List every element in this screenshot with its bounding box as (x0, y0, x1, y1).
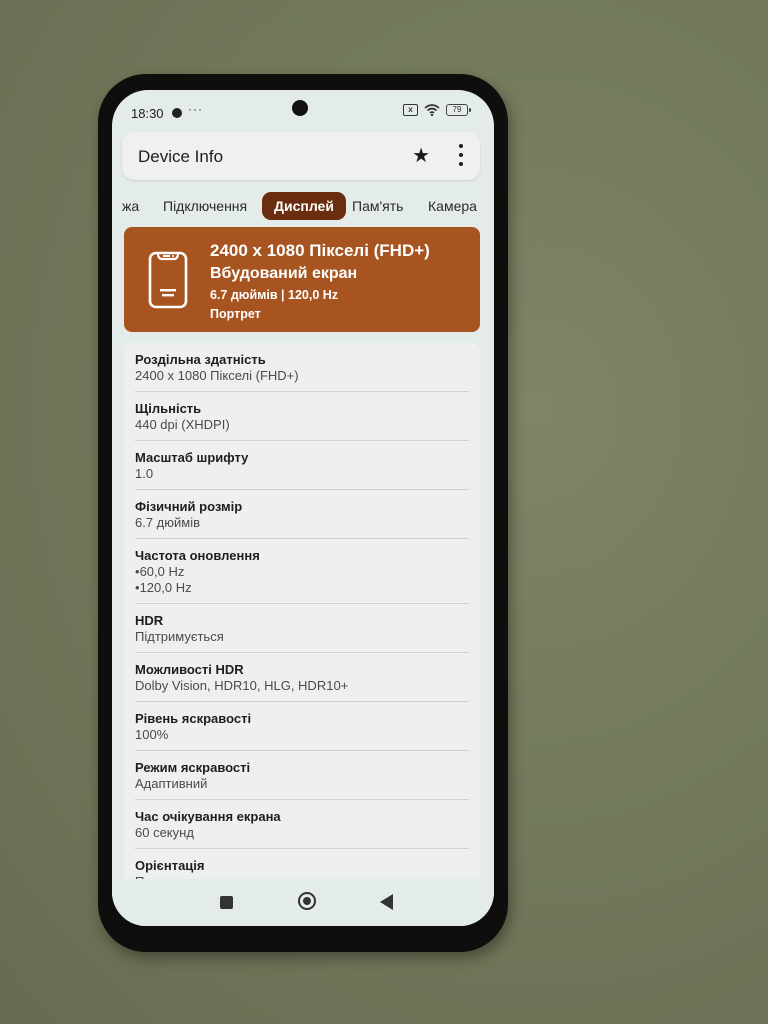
app-title: Device Info (138, 147, 224, 166)
tab-memory[interactable]: Пам'ять (352, 192, 403, 220)
detail-value: 440 dpi (XHDPI) (135, 417, 230, 432)
detail-row: Частота оновлення 60,0 Hz 120,0 Hz (135, 539, 469, 604)
display-details-list: Роздільна здатність 2400 x 1080 Пікселі … (124, 343, 480, 926)
detail-value: 100% (135, 727, 169, 742)
detail-value: 120,0 Hz (135, 580, 469, 596)
no-sim-icon: x (403, 104, 418, 116)
detail-label: Щільність (135, 401, 202, 416)
hero-display-type: Вбудований екран (210, 265, 358, 282)
app-bar: Device Info ★ (122, 132, 480, 180)
status-icons: x 79 (403, 104, 471, 116)
battery-icon: 79 (446, 104, 471, 116)
detail-label: Можливості HDR (135, 662, 244, 677)
smartphone-icon (148, 251, 188, 309)
detail-row: Роздільна здатність 2400 x 1080 Пікселі … (135, 343, 469, 392)
back-icon[interactable] (380, 894, 393, 910)
detail-label: Режим яскравості (135, 760, 251, 775)
display-summary-card: 2400 x 1080 Пікселі (FHD+) Вбудований ек… (124, 227, 480, 332)
detail-row: Рівень яскравості 100% (135, 702, 469, 751)
detail-row: Режим яскравості Адаптивний (135, 751, 469, 800)
star-icon[interactable]: ★ (412, 143, 430, 168)
detail-value: 1.0 (135, 466, 154, 481)
hero-resolution: 2400 x 1080 Пікселі (FHD+) (210, 241, 430, 260)
more-notifications-icon: ··· (188, 102, 203, 116)
detail-label: Рівень яскравості (135, 711, 252, 726)
detail-value: 60,0 Hz (135, 564, 469, 580)
detail-label: Фізичний розмір (135, 499, 243, 514)
tab-partial[interactable]: жа (122, 192, 139, 220)
detail-value: 2400 x 1080 Пікселі (FHD+) (135, 368, 299, 383)
navigation-bar (112, 879, 494, 926)
detail-label: HDR (135, 613, 164, 628)
tab-connectivity[interactable]: Підключення (163, 192, 247, 220)
detail-label: Частота оновлення (135, 548, 260, 563)
more-options-icon[interactable] (458, 144, 464, 166)
wifi-icon (424, 104, 440, 116)
tab-camera[interactable]: Камера (428, 192, 477, 220)
detail-row: Масштаб шрифту 1.0 (135, 441, 469, 490)
tab-bar: жа Підключення Дисплей Пам'ять Камера (112, 188, 494, 222)
detail-label: Масштаб шрифту (135, 450, 249, 465)
detail-value: Підтримується (135, 629, 224, 644)
hero-size-refresh: 6.7 дюймів | 120,0 Hz (210, 288, 339, 302)
detail-value: 60 секунд (135, 825, 194, 840)
detail-value: Dolby Vision, HDR10, HLG, HDR10+ (135, 678, 349, 693)
detail-value: Адаптивний (135, 776, 208, 791)
hero-orientation: Портрет (210, 307, 261, 321)
home-icon[interactable] (298, 892, 316, 910)
detail-label: Орієнтація (135, 858, 205, 873)
tab-display[interactable]: Дисплей (262, 192, 346, 220)
phone-screen: 18:30 ··· x 79 Device Info ★ жа Підключе… (112, 90, 494, 926)
notification-icon (172, 108, 182, 118)
front-camera (292, 100, 308, 116)
detail-row: HDR Підтримується (135, 604, 469, 653)
detail-row: Можливості HDR Dolby Vision, HDR10, HLG,… (135, 653, 469, 702)
detail-label: Час очікування екрана (135, 809, 281, 824)
status-bar: 18:30 ··· x 79 (112, 90, 494, 130)
recents-icon[interactable] (220, 896, 233, 909)
detail-value: 6.7 дюймів (135, 515, 201, 530)
detail-row: Час очікування екрана 60 секунд (135, 800, 469, 849)
status-time: 18:30 (131, 106, 164, 121)
detail-row: Фізичний розмір 6.7 дюймів (135, 490, 469, 539)
detail-row: Щільність 440 dpi (XHDPI) (135, 392, 469, 441)
detail-label: Роздільна здатність (135, 352, 266, 367)
